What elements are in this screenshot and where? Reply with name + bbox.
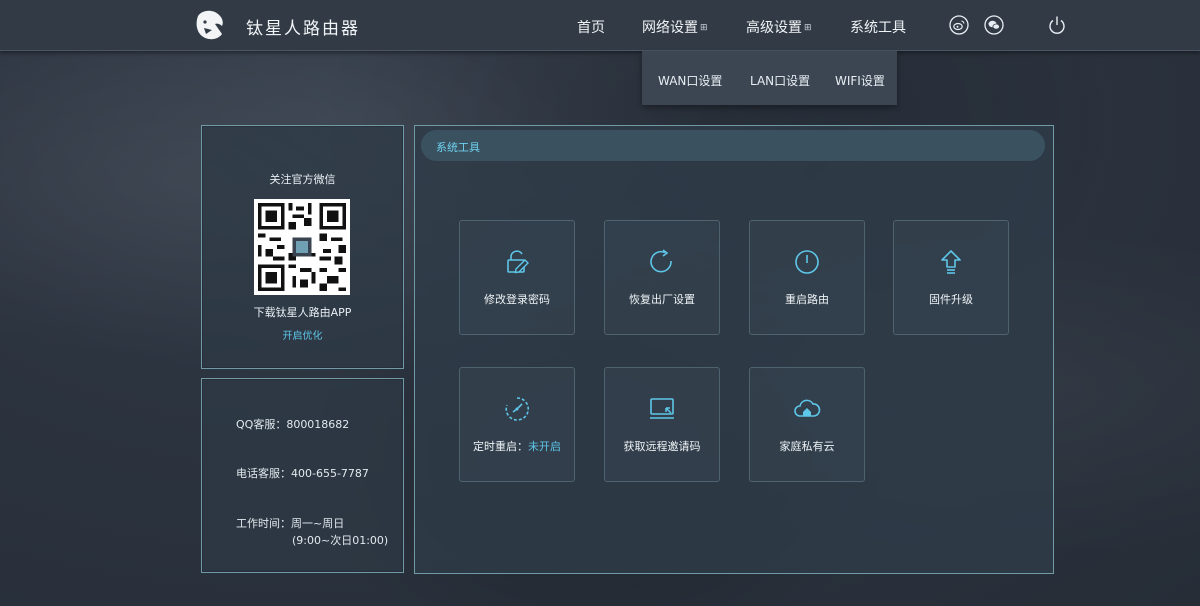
- menu-item-wan[interactable]: WAN口设置: [658, 72, 722, 89]
- panel-title: 系统工具: [436, 141, 480, 154]
- menu-expand-icon: ⊞: [700, 23, 708, 33]
- power-icon[interactable]: [1047, 15, 1067, 35]
- wechat-title: 关注官方微信: [269, 173, 336, 186]
- tile-label: 固件升级: [929, 293, 973, 306]
- tile-label: 定时重启：未开启: [460, 438, 574, 454]
- tile-factory-reset[interactable]: 恢复出厂设置: [604, 220, 720, 335]
- cloud-home-icon: [794, 399, 821, 417]
- tile-label-text: 定时重启：: [473, 440, 528, 453]
- enable-optimization-link[interactable]: 开启优化: [202, 327, 403, 342]
- tile-label: 恢复出厂设置: [629, 293, 695, 306]
- tile-label: 家庭私有云: [779, 440, 835, 453]
- nav-home-label: 首页: [577, 20, 605, 36]
- panel-header: 系统工具: [421, 130, 1045, 161]
- remote-screen-icon: [650, 398, 674, 419]
- wechat-icon[interactable]: [984, 15, 1004, 35]
- menu-expand-icon: ⊞: [804, 23, 812, 33]
- clock-icon: [505, 397, 529, 421]
- contact-panel: QQ客服：800018682 电话客服：400-655-7787 工作时间：周一…: [201, 378, 404, 573]
- menu-item-lan[interactable]: LAN口设置: [750, 72, 810, 89]
- top-navigation-bar: 钛星人路由器 首页 网络设置 ⊞ 高级设置 ⊞ 系统工具: [0, 0, 1200, 51]
- nav-home[interactable]: 首页: [577, 17, 605, 37]
- nav-advanced-settings[interactable]: 高级设置 ⊞: [746, 17, 812, 37]
- wechat-panel: 关注官方微信 下载钛星人路由APP 开启优化: [201, 125, 404, 369]
- system-tools-panel: 系统工具 修改登录密码 恢复出厂设置 重启路由 固件升级 定时重启：未开启 获取…: [414, 125, 1054, 574]
- tile-remote-invite-code[interactable]: 获取远程邀请码: [604, 367, 720, 482]
- qq-service: QQ客服：800018682: [236, 418, 350, 431]
- wechat-qr-code: [254, 199, 350, 295]
- nav-network-label: 网络设置: [642, 20, 698, 36]
- power-icon: [795, 250, 819, 274]
- nav-network-settings[interactable]: 网络设置 ⊞: [642, 17, 708, 37]
- tile-home-private-cloud[interactable]: 家庭私有云: [749, 367, 865, 482]
- scheduled-reboot-status: 未开启: [528, 440, 561, 453]
- lock-edit-icon: [507, 250, 529, 274]
- tile-reboot-router[interactable]: 重启路由: [749, 220, 865, 335]
- phone-service: 电话客服：400-655-7787: [236, 467, 369, 480]
- tile-label: 重启路由: [785, 293, 829, 306]
- refresh-icon: [650, 249, 672, 273]
- working-hours: 工作时间：周一~周日: [236, 517, 345, 530]
- tile-firmware-upgrade[interactable]: 固件升级: [893, 220, 1009, 335]
- ram-head-logo-icon[interactable]: [192, 8, 228, 44]
- tile-scheduled-reboot[interactable]: 定时重启：未开启: [459, 367, 575, 482]
- brand-name: 钛星人路由器: [246, 19, 360, 39]
- nav-tools-label: 系统工具: [850, 20, 906, 36]
- menu-item-wifi[interactable]: WIFI设置: [835, 72, 885, 89]
- nav-system-tools[interactable]: 系统工具: [850, 17, 906, 37]
- weibo-icon[interactable]: [949, 15, 969, 35]
- working-hours-detail: (9:00~次日01:00): [292, 534, 389, 547]
- upload-arrow-icon: [941, 250, 961, 274]
- network-settings-dropdown: WAN口设置 LAN口设置 WIFI设置: [642, 51, 897, 105]
- nav-advanced-label: 高级设置: [746, 20, 802, 36]
- tile-change-password[interactable]: 修改登录密码: [459, 220, 575, 335]
- tile-label: 修改登录密码: [484, 293, 550, 306]
- tile-label: 获取远程邀请码: [623, 440, 701, 453]
- download-app-text: 下载钛星人路由APP: [253, 306, 352, 319]
